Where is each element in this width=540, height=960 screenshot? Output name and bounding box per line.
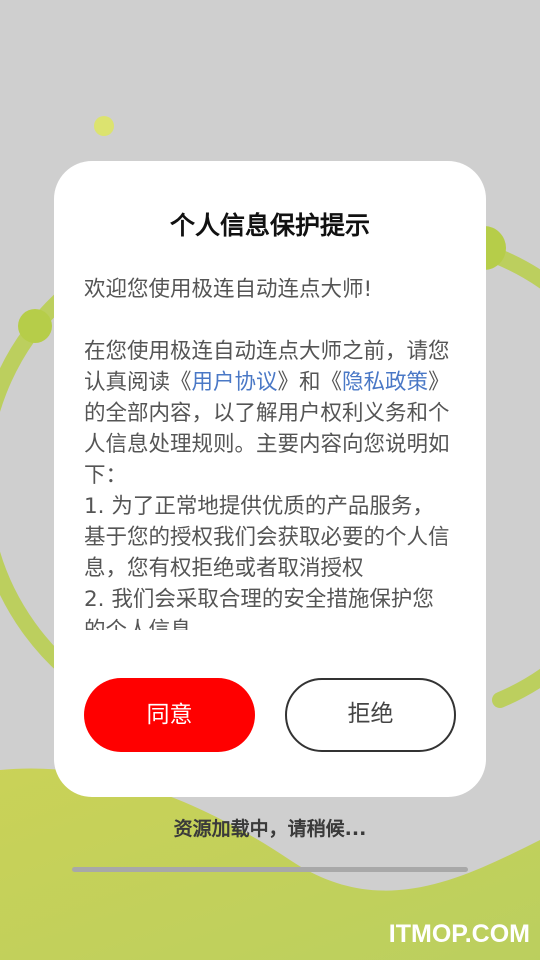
background-dot-top	[94, 116, 114, 136]
user-agreement-link[interactable]: 用户协议	[192, 370, 278, 395]
reject-button[interactable]: 拒绝	[285, 678, 456, 752]
intro-paragraph: 在您使用极连自动连点大师之前，请您认真阅读《用户协议》和《隐私政策》的全部内容，…	[84, 336, 454, 491]
background-dot-left	[18, 309, 52, 343]
dialog-scroll-content[interactable]: 欢迎您使用极连自动连点大师! 在您使用极连自动连点大师之前，请您认真阅读《用户协…	[84, 274, 454, 630]
point-1-text: 1. 为了正常地提供优质的产品服务，基于您的授权我们会获取必要的个人信息，您有权…	[84, 494, 450, 581]
intro-text-mid: 》和《	[277, 370, 343, 395]
point-2-text: 2. 我们会采取合理的安全措施保护您的个人信息	[84, 587, 434, 630]
privacy-policy-link[interactable]: 隐私政策	[342, 370, 428, 395]
agree-button[interactable]: 同意	[84, 678, 255, 752]
dialog-title: 个人信息保护提示	[169, 211, 370, 240]
background-ring-right	[472, 242, 540, 708]
welcome-text: 欢迎您使用极连自动连点大师!	[84, 277, 373, 302]
watermark-logo: ITMOP.COM	[388, 920, 530, 948]
loading-text: 资源加载中，请稍候...	[173, 818, 367, 840]
loading-progress-bar	[72, 867, 468, 872]
